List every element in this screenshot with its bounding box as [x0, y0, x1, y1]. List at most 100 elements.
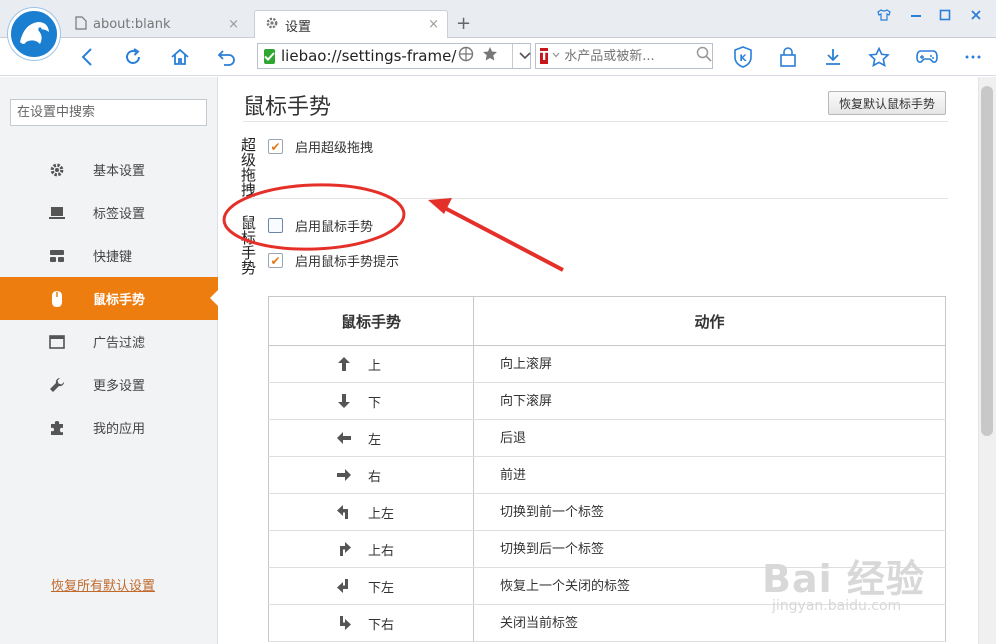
- gesture-action: 前进: [473, 456, 946, 494]
- address-bar[interactable]: liebao://settings-frame/: [257, 43, 531, 69]
- gesture-action: 向上滚屏: [473, 345, 946, 383]
- arrow-down-icon: [334, 391, 354, 411]
- sidebar-item-label: 基本设置: [93, 164, 146, 179]
- tab-close-icon[interactable]: ×: [228, 17, 239, 32]
- arrow-down-right-icon: [334, 613, 354, 633]
- scrollbar-thumb[interactable]: [981, 86, 993, 436]
- tab-title: 设置: [285, 19, 312, 35]
- column-header-gesture: 鼠标手势: [268, 296, 474, 346]
- table-row: 下 向下滚屏: [268, 382, 946, 420]
- restore-default-gestures-button[interactable]: 恢复默认鼠标手势: [828, 91, 946, 115]
- gesture-direction: 右: [368, 469, 382, 485]
- tab-settings[interactable]: 设置 ×: [254, 10, 448, 39]
- home-icon[interactable]: [167, 45, 193, 69]
- title-bar: about:blank × 设置 × +: [0, 0, 996, 39]
- arrow-down-left-icon: [334, 576, 354, 596]
- tab-title: about:blank: [93, 17, 171, 32]
- minimize-icon[interactable]: [905, 6, 927, 24]
- arrow-up-right-icon: [334, 539, 354, 559]
- page-title: 鼠标手势: [243, 95, 332, 120]
- baidu-watermark-url: jingyan.baidu.com: [772, 598, 902, 614]
- sidebar-item-label: 鼠标手势: [93, 293, 146, 308]
- arrow-left-icon: [334, 428, 354, 448]
- gesture-direction: 上右: [368, 543, 395, 559]
- gesture-hints-checkbox[interactable]: ✔: [268, 253, 283, 268]
- option-label: 启用鼠标手势: [295, 220, 374, 235]
- window-icon: [48, 333, 66, 351]
- section-label-super-drag: 超级拖拽: [241, 136, 257, 199]
- table-row: 左 后退: [268, 419, 946, 457]
- lock-icon[interactable]: [775, 45, 801, 69]
- gamepad-icon[interactable]: [914, 45, 940, 69]
- kingsoft-shield-icon[interactable]: K: [730, 45, 756, 69]
- address-url[interactable]: liebao://settings-frame/: [281, 47, 456, 65]
- compatibility-mode-icon[interactable]: [458, 46, 474, 66]
- sidebar-item-label: 我的应用: [93, 422, 146, 437]
- gesture-direction: 下左: [368, 580, 395, 596]
- sidebar-item-label: 更多设置: [93, 379, 146, 394]
- column-header-action: 动作: [473, 296, 946, 346]
- gear-icon: [48, 161, 66, 179]
- restore-all-defaults-link[interactable]: 恢复所有默认设置: [51, 575, 155, 594]
- super-drag-checkbox[interactable]: ✔: [268, 139, 283, 154]
- option-enable-gestures[interactable]: 启用鼠标手势: [268, 216, 373, 235]
- sidebar-item-shortcuts[interactable]: 快捷键: [0, 234, 218, 277]
- divider: [243, 121, 948, 122]
- settings-search-input[interactable]: [10, 99, 207, 126]
- new-tab-button[interactable]: +: [456, 14, 471, 34]
- sidebar-item-label: 广告过滤: [93, 336, 146, 351]
- baidu-watermark: Bai 经验: [762, 557, 925, 601]
- bookmark-star-icon[interactable]: [482, 46, 498, 66]
- address-dropdown-chevron-icon[interactable]: [512, 44, 531, 68]
- download-icon[interactable]: [820, 45, 846, 69]
- gear-icon: [265, 16, 279, 34]
- back-icon[interactable]: [74, 45, 100, 69]
- option-label: 启用鼠标手势提示: [295, 255, 400, 270]
- gesture-direction: 下: [368, 395, 382, 411]
- sidebar-item-label: 标签设置: [93, 207, 146, 222]
- search-engine-icon[interactable]: T: [540, 48, 549, 64]
- maximize-icon[interactable]: [934, 6, 956, 24]
- svg-text:K: K: [740, 54, 748, 64]
- search-box[interactable]: T: [535, 43, 713, 69]
- browser-logo-icon[interactable]: [8, 8, 60, 60]
- wrench-icon: [48, 376, 66, 394]
- laptop-icon: [48, 204, 66, 222]
- sidebar-item-ad-filter[interactable]: 广告过滤: [0, 320, 218, 363]
- search-input[interactable]: [562, 47, 693, 65]
- mouse-icon: [48, 290, 66, 308]
- gesture-direction: 上左: [368, 506, 395, 522]
- option-gesture-hints[interactable]: ✔ 启用鼠标手势提示: [268, 251, 399, 270]
- enable-gestures-checkbox[interactable]: [268, 218, 283, 233]
- tab-about-blank[interactable]: about:blank ×: [64, 10, 248, 38]
- settings-sidebar: 基本设置 标签设置 快捷键 鼠标手势 广告过滤 更多设置 我的应用: [0, 77, 218, 644]
- search-icon[interactable]: [696, 46, 712, 66]
- favorites-star-icon[interactable]: [866, 45, 892, 69]
- table-row: 右 前进: [268, 456, 946, 494]
- sidebar-item-basic[interactable]: 基本设置: [0, 148, 218, 191]
- sidebar-item-tabs[interactable]: 标签设置: [0, 191, 218, 234]
- sidebar-item-label: 快捷键: [93, 250, 133, 265]
- keyboard-icon: [48, 247, 66, 265]
- option-label: 启用超级拖拽: [295, 141, 374, 156]
- skin-icon[interactable]: [873, 6, 895, 24]
- arrow-up-icon: [334, 354, 354, 374]
- gesture-direction: 左: [368, 432, 382, 448]
- close-window-icon[interactable]: [965, 6, 987, 24]
- sidebar-item-more-settings[interactable]: 更多设置: [0, 363, 218, 406]
- more-menu-icon[interactable]: [960, 45, 986, 69]
- section-label-mouse-gestures: 鼠标手势: [241, 214, 257, 277]
- puzzle-icon: [48, 419, 66, 437]
- divider: [243, 198, 948, 199]
- secure-check-icon: [264, 48, 275, 64]
- sidebar-item-my-apps[interactable]: 我的应用: [0, 406, 218, 449]
- sidebar-item-mouse-gestures[interactable]: 鼠标手势: [0, 277, 218, 320]
- refresh-icon[interactable]: [120, 45, 146, 69]
- table-row: 上左 切换到前一个标签: [268, 493, 946, 531]
- arrow-right-icon: [334, 465, 354, 485]
- option-super-drag[interactable]: ✔ 启用超级拖拽: [268, 137, 373, 156]
- tab-close-icon[interactable]: ×: [428, 17, 439, 32]
- gesture-direction: 上: [368, 358, 382, 374]
- engine-dropdown-chevron-icon[interactable]: [552, 51, 560, 61]
- undo-close-icon[interactable]: [214, 45, 240, 69]
